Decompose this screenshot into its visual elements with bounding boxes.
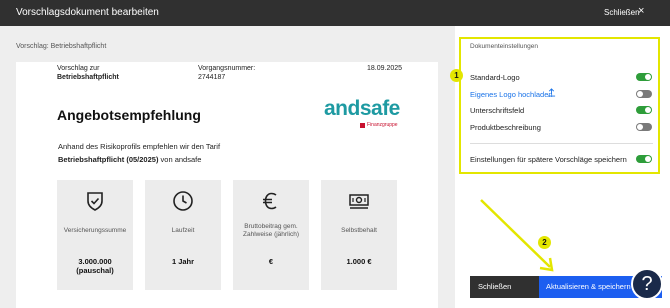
proposal-meta: Vorschlag zur Betriebshaftpflicht <box>57 64 119 82</box>
banknote-icon <box>349 194 369 209</box>
save-for-later-label: Einstellungen für spätere Vorschläge spe… <box>470 155 627 164</box>
card-sum-insured: Versicherungssumme 3.000.000 (pauschal) <box>57 180 133 290</box>
title-bar: Vorschlagsdokument bearbeiten Schließen … <box>0 0 670 26</box>
logo-wordmark: andsafe <box>324 97 400 120</box>
settings-divider <box>470 143 653 144</box>
logo-subline: Finanzgruppe <box>360 122 398 128</box>
toggle-knob <box>637 91 643 97</box>
window-title: Vorschlagsdokument bearbeiten <box>16 7 159 18</box>
annotation-badge-2: 2 <box>538 236 551 249</box>
settings-title: Dokumenteinstellungen <box>470 43 538 50</box>
card-label: Versicherungssumme <box>63 227 127 234</box>
help-button[interactable]: ? <box>631 268 663 300</box>
setting-signature-label: Unterschriftsfeld <box>470 106 525 115</box>
toggle-knob <box>637 124 643 130</box>
card-gross-premium: Bruttobeitrag gem. Zahlweise (jährlich) … <box>233 180 309 290</box>
clock-icon <box>173 191 193 211</box>
custom-logo-toggle[interactable] <box>636 90 652 98</box>
document-heading: Angebotsempfehlung <box>57 107 201 123</box>
card-label: Bruttobeitrag gem. Zahlweise (jährlich) <box>243 223 299 238</box>
annotation-badge-1: 1 <box>450 69 463 82</box>
proposal-value: Betriebshaftpflicht <box>57 74 119 81</box>
intro-line: Anhand des Risikoprofils empfehlen wir d… <box>58 142 221 151</box>
breadcrumb: Vorschlag: Betriebshaftpflicht <box>16 43 107 50</box>
upload-icon[interactable] <box>547 88 556 97</box>
shield-check-icon <box>87 192 103 211</box>
proposal-document: Vorschlag zur Betriebshaftpflicht Vorgan… <box>16 62 438 308</box>
upload-logo-link[interactable]: Eigenes Logo hochladen <box>470 90 553 99</box>
toggle-knob <box>645 156 651 162</box>
document-date: 18.09.2025 <box>367 65 403 72</box>
setting-standard-logo-label: Standard-Logo <box>470 73 520 82</box>
document-preview-panel: Vorschlag: Betriebshaftpflicht Vorschlag… <box>0 26 455 308</box>
process-number-label: Vorgangsnummer: <box>198 65 256 72</box>
standard-logo-toggle[interactable] <box>636 73 652 81</box>
close-icon[interactable]: × <box>638 6 644 17</box>
andsafe-logo: andsafe Finanzgruppe <box>324 97 400 129</box>
card-value: 1 Jahr <box>171 257 195 266</box>
sparkasse-icon <box>360 122 365 128</box>
proposal-label: Vorschlag zur <box>57 65 100 72</box>
toggle-knob <box>645 74 651 80</box>
process-meta: Vorgangsnummer: 2744187 <box>198 64 255 82</box>
save-for-later-toggle[interactable] <box>636 155 652 163</box>
intro-tariff: Betriebshaftpflicht (05/2025) <box>58 155 159 164</box>
intro-suffix: von andsafe <box>158 155 202 164</box>
card-value: € <box>268 257 274 266</box>
close-button[interactable]: Schließen <box>470 276 539 298</box>
card-deductible: Selbstbehalt 1.000 € <box>321 180 397 290</box>
toggle-knob <box>645 107 651 113</box>
process-number-value: 2744187 <box>198 74 226 81</box>
signature-field-toggle[interactable] <box>636 106 652 114</box>
logo-subline-text: Finanzgruppe <box>367 122 398 128</box>
card-value: 1.000 € <box>346 257 372 266</box>
card-duration: Laufzeit 1 Jahr <box>145 180 221 290</box>
card-label: Laufzeit <box>171 227 195 234</box>
setting-product-description-label: Produktbeschreibung <box>470 123 541 132</box>
intro-text: Anhand des Risikoprofils empfehlen wir d… <box>58 140 220 166</box>
close-link[interactable]: Schließen <box>604 8 640 17</box>
card-value: 3.000.000 (pauschal) <box>76 257 114 275</box>
product-description-toggle[interactable] <box>636 123 652 131</box>
euro-icon <box>263 192 277 210</box>
card-label: Selbstbehalt <box>341 227 377 234</box>
